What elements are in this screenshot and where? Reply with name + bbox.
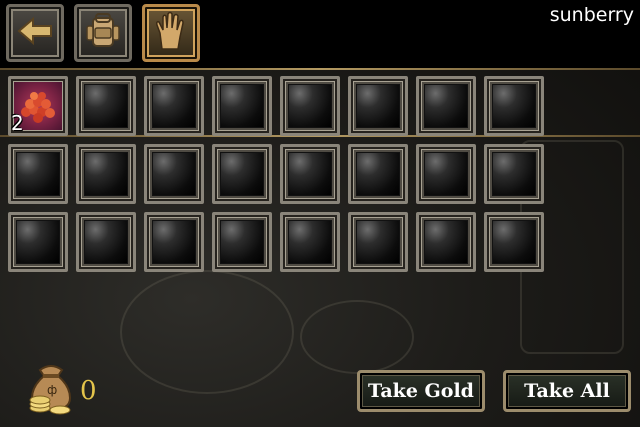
empty-slot-glass — [16, 152, 60, 196]
top-divider — [0, 68, 640, 70]
loot-slot[interactable] — [348, 212, 408, 272]
loot-slot[interactable] — [212, 144, 272, 204]
loot-slot[interactable] — [212, 212, 272, 272]
loot-slot[interactable] — [212, 76, 272, 136]
empty-slot-glass — [288, 84, 332, 128]
empty-slot-glass — [152, 220, 196, 264]
loot-slot[interactable]: 2 — [8, 76, 68, 136]
empty-slot-glass — [84, 220, 128, 264]
svg-text:ф: ф — [47, 383, 57, 397]
celtic-knot-decoration — [300, 300, 414, 374]
hand-icon — [152, 11, 190, 55]
loot-slot[interactable] — [8, 212, 68, 272]
empty-slot-glass — [424, 84, 468, 128]
loot-slot[interactable] — [348, 144, 408, 204]
loot-slot[interactable] — [484, 144, 544, 204]
stack-count: 2 — [11, 111, 24, 135]
empty-slot-glass — [356, 152, 400, 196]
loot-slot[interactable] — [416, 212, 476, 272]
take-all-button[interactable]: Take All — [503, 370, 631, 412]
empty-slot-glass — [220, 220, 264, 264]
loot-slot[interactable] — [416, 144, 476, 204]
empty-slot-glass — [152, 152, 196, 196]
empty-slot-glass — [492, 84, 536, 128]
backpack-icon — [85, 12, 121, 54]
loot-slot[interactable] — [484, 76, 544, 136]
loot-slot[interactable] — [484, 212, 544, 272]
empty-slot-glass — [84, 84, 128, 128]
loot-slot[interactable] — [144, 212, 204, 272]
empty-slot-glass — [152, 84, 196, 128]
empty-slot-glass — [356, 84, 400, 128]
loot-slot[interactable] — [280, 144, 340, 204]
empty-slot-glass — [220, 152, 264, 196]
loot-slot[interactable] — [76, 76, 136, 136]
take-gold-button[interactable]: Take Gold — [357, 370, 485, 412]
loot-slot[interactable] — [280, 76, 340, 136]
empty-slot-glass — [220, 84, 264, 128]
loot-slot[interactable] — [144, 144, 204, 204]
empty-slot-glass — [492, 220, 536, 264]
empty-slot-glass — [424, 220, 468, 264]
loot-slot[interactable] — [76, 212, 136, 272]
back-arrow-icon — [17, 16, 53, 50]
loot-slot[interactable] — [144, 76, 204, 136]
gold-amount: 0 — [80, 376, 97, 406]
loot-slot[interactable] — [348, 76, 408, 136]
empty-slot-glass — [356, 220, 400, 264]
gold-sack-icon: ф — [26, 360, 76, 422]
celtic-knot-decoration — [120, 270, 294, 394]
empty-slot-glass — [288, 152, 332, 196]
empty-slot-glass — [288, 220, 332, 264]
empty-slot-glass — [424, 152, 468, 196]
loot-slot[interactable] — [280, 212, 340, 272]
empty-slot-glass — [492, 152, 536, 196]
empty-slot-glass — [16, 220, 60, 264]
loot-slot[interactable] — [8, 144, 68, 204]
player-name: sunberry — [549, 4, 634, 26]
back-tab[interactable] — [6, 4, 64, 62]
empty-slot-glass — [84, 152, 128, 196]
loot-tab[interactable] — [142, 4, 200, 62]
inventory-tab[interactable] — [74, 4, 132, 62]
loot-slot[interactable] — [416, 76, 476, 136]
loot-slot[interactable] — [76, 144, 136, 204]
